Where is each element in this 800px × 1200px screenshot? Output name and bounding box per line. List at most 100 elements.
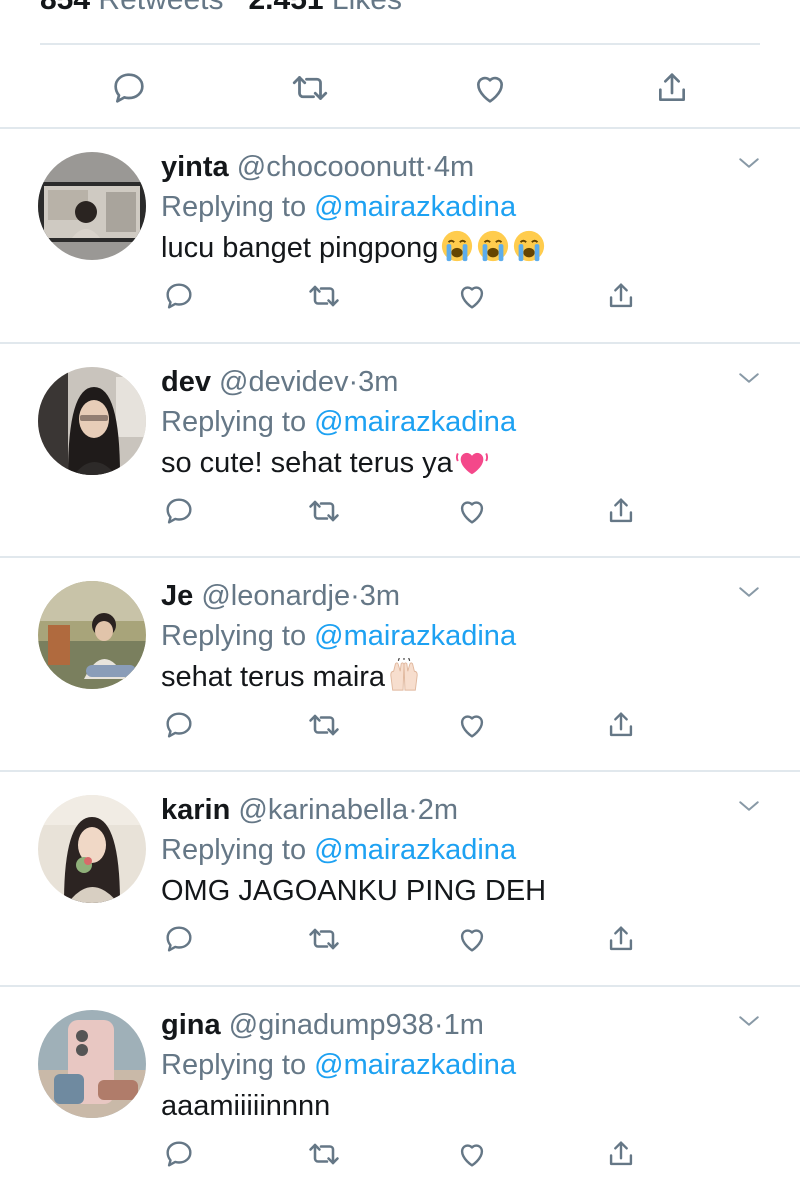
like-button[interactable]	[450, 917, 494, 961]
reply-icon	[114, 73, 144, 103]
share-button[interactable]	[599, 917, 643, 961]
timestamp[interactable]: 1m	[444, 1009, 484, 1041]
timestamp[interactable]: 3m	[360, 580, 400, 612]
separator-dot: ·	[350, 580, 360, 612]
timestamp[interactable]: 3m	[358, 366, 398, 398]
reply-text: aaamiiiiinnnn	[161, 1086, 330, 1126]
reply-button[interactable]	[157, 274, 201, 318]
reply-button[interactable]	[157, 917, 201, 961]
share-button[interactable]	[599, 274, 643, 318]
reply-button[interactable]	[157, 703, 201, 747]
chevron-down-icon[interactable]	[734, 791, 764, 821]
mention-link[interactable]: @mairazkadina	[314, 406, 516, 438]
retweet-button[interactable]	[302, 274, 346, 318]
display-name[interactable]: Je	[161, 580, 193, 612]
replying-prefix: Replying to	[161, 1049, 307, 1081]
chevron-down-icon[interactable]	[734, 1006, 764, 1036]
chevron-down-icon[interactable]	[734, 148, 764, 178]
share-button[interactable]	[599, 703, 643, 747]
reply-text: sehat terus maira	[161, 657, 421, 697]
avatar[interactable]	[38, 367, 146, 475]
like-button[interactable]	[450, 703, 494, 747]
display-name[interactable]: karin	[161, 794, 230, 826]
like-button[interactable]	[450, 489, 494, 533]
separator-dot: ·	[408, 794, 418, 826]
share-button[interactable]	[650, 66, 694, 110]
like-icon	[460, 715, 484, 738]
reply-item[interactable]: dev @devidev·3m Replying to @mairazkadin…	[0, 345, 800, 557]
like-button[interactable]	[450, 1132, 494, 1176]
reply-item[interactable]: gina @ginadump938·1m Replying to @mairaz…	[0, 988, 800, 1200]
retweet-button[interactable]	[288, 66, 332, 110]
retweet-icon	[309, 285, 339, 307]
retweet-icon	[309, 1143, 339, 1165]
user-handle[interactable]: @karinabella	[238, 794, 408, 826]
reply-text-content: lucu banget pingpong	[161, 232, 439, 264]
reply-header: dev @devidev·3m	[161, 363, 710, 401]
share-button[interactable]	[599, 1132, 643, 1176]
reply-button[interactable]	[107, 66, 151, 110]
display-name[interactable]: gina	[161, 1009, 221, 1041]
share-icon	[609, 712, 633, 737]
retweet-icon	[309, 714, 339, 736]
replying-to: Replying to @mairazkadina	[161, 1046, 516, 1084]
reply-button[interactable]	[157, 489, 201, 533]
retweet-button[interactable]	[302, 917, 346, 961]
display-name[interactable]: yinta	[161, 151, 229, 183]
reply-text-content: so cute! sehat terus ya	[161, 447, 453, 479]
replying-to: Replying to @mairazkadina	[161, 831, 516, 869]
raising-hands-emoji	[385, 658, 421, 693]
retweet-button[interactable]	[302, 489, 346, 533]
chevron-down-icon[interactable]	[734, 577, 764, 607]
reply-icon	[166, 926, 192, 952]
retweet-icon	[309, 928, 339, 950]
replying-prefix: Replying to	[161, 191, 307, 223]
mention-link[interactable]: @mairazkadina	[314, 191, 516, 223]
retweet-button[interactable]	[302, 1132, 346, 1176]
avatar[interactable]	[38, 581, 146, 689]
retweets-count[interactable]: 854	[40, 0, 90, 16]
likes-label[interactable]: Likes	[332, 0, 402, 16]
likes-count[interactable]: 2.451	[248, 0, 323, 16]
separator-dot: ·	[424, 151, 434, 183]
reply-header: Je @leonardje·3m	[161, 577, 710, 615]
reply-item[interactable]: yinta @chocooonutt·4m Replying to @maira…	[0, 130, 800, 342]
reply-text: lucu banget pingpong	[161, 228, 546, 268]
replying-to: Replying to @mairazkadina	[161, 617, 516, 655]
like-button[interactable]	[468, 66, 512, 110]
retweets-label[interactable]: Retweets	[98, 0, 223, 16]
reply-item[interactable]: karin @karinabella·2m Replying to @maira…	[0, 773, 800, 985]
retweet-button[interactable]	[302, 703, 346, 747]
reply-header: yinta @chocooonutt·4m	[161, 148, 710, 186]
like-icon	[460, 929, 484, 952]
avatar[interactable]	[38, 1010, 146, 1118]
replying-prefix: Replying to	[161, 620, 307, 652]
like-button[interactable]	[450, 274, 494, 318]
like-icon	[460, 1144, 484, 1167]
user-handle[interactable]: @ginadump938	[229, 1009, 434, 1041]
share-button[interactable]	[599, 489, 643, 533]
reply-button[interactable]	[157, 1132, 201, 1176]
divider	[0, 127, 800, 129]
user-handle[interactable]: @devidev	[219, 366, 348, 398]
mention-link[interactable]: @mairazkadina	[314, 620, 516, 652]
beating-heart-emoji	[453, 447, 489, 479]
user-handle[interactable]: @chocooonutt	[237, 151, 424, 183]
chevron-down-icon[interactable]	[734, 363, 764, 393]
avatar[interactable]	[38, 152, 146, 260]
user-handle[interactable]: @leonardje	[201, 580, 350, 612]
replying-to: Replying to @mairazkadina	[161, 403, 516, 441]
share-icon	[609, 926, 633, 951]
avatar[interactable]	[38, 795, 146, 903]
separator-dot: ·	[348, 366, 359, 398]
reply-item[interactable]: Je @leonardje·3m Replying to @mairazkadi…	[0, 559, 800, 771]
reply-text: OMG JAGOANKU PING DEH	[161, 871, 546, 911]
divider	[0, 342, 800, 344]
stats-divider	[40, 43, 760, 45]
timestamp[interactable]: 2m	[418, 794, 458, 826]
mention-link[interactable]: @mairazkadina	[314, 834, 516, 866]
mention-link[interactable]: @mairazkadina	[314, 1049, 516, 1081]
reply-header: gina @ginadump938·1m	[161, 1006, 710, 1044]
timestamp[interactable]: 4m	[434, 151, 474, 183]
display-name[interactable]: dev	[161, 366, 211, 398]
